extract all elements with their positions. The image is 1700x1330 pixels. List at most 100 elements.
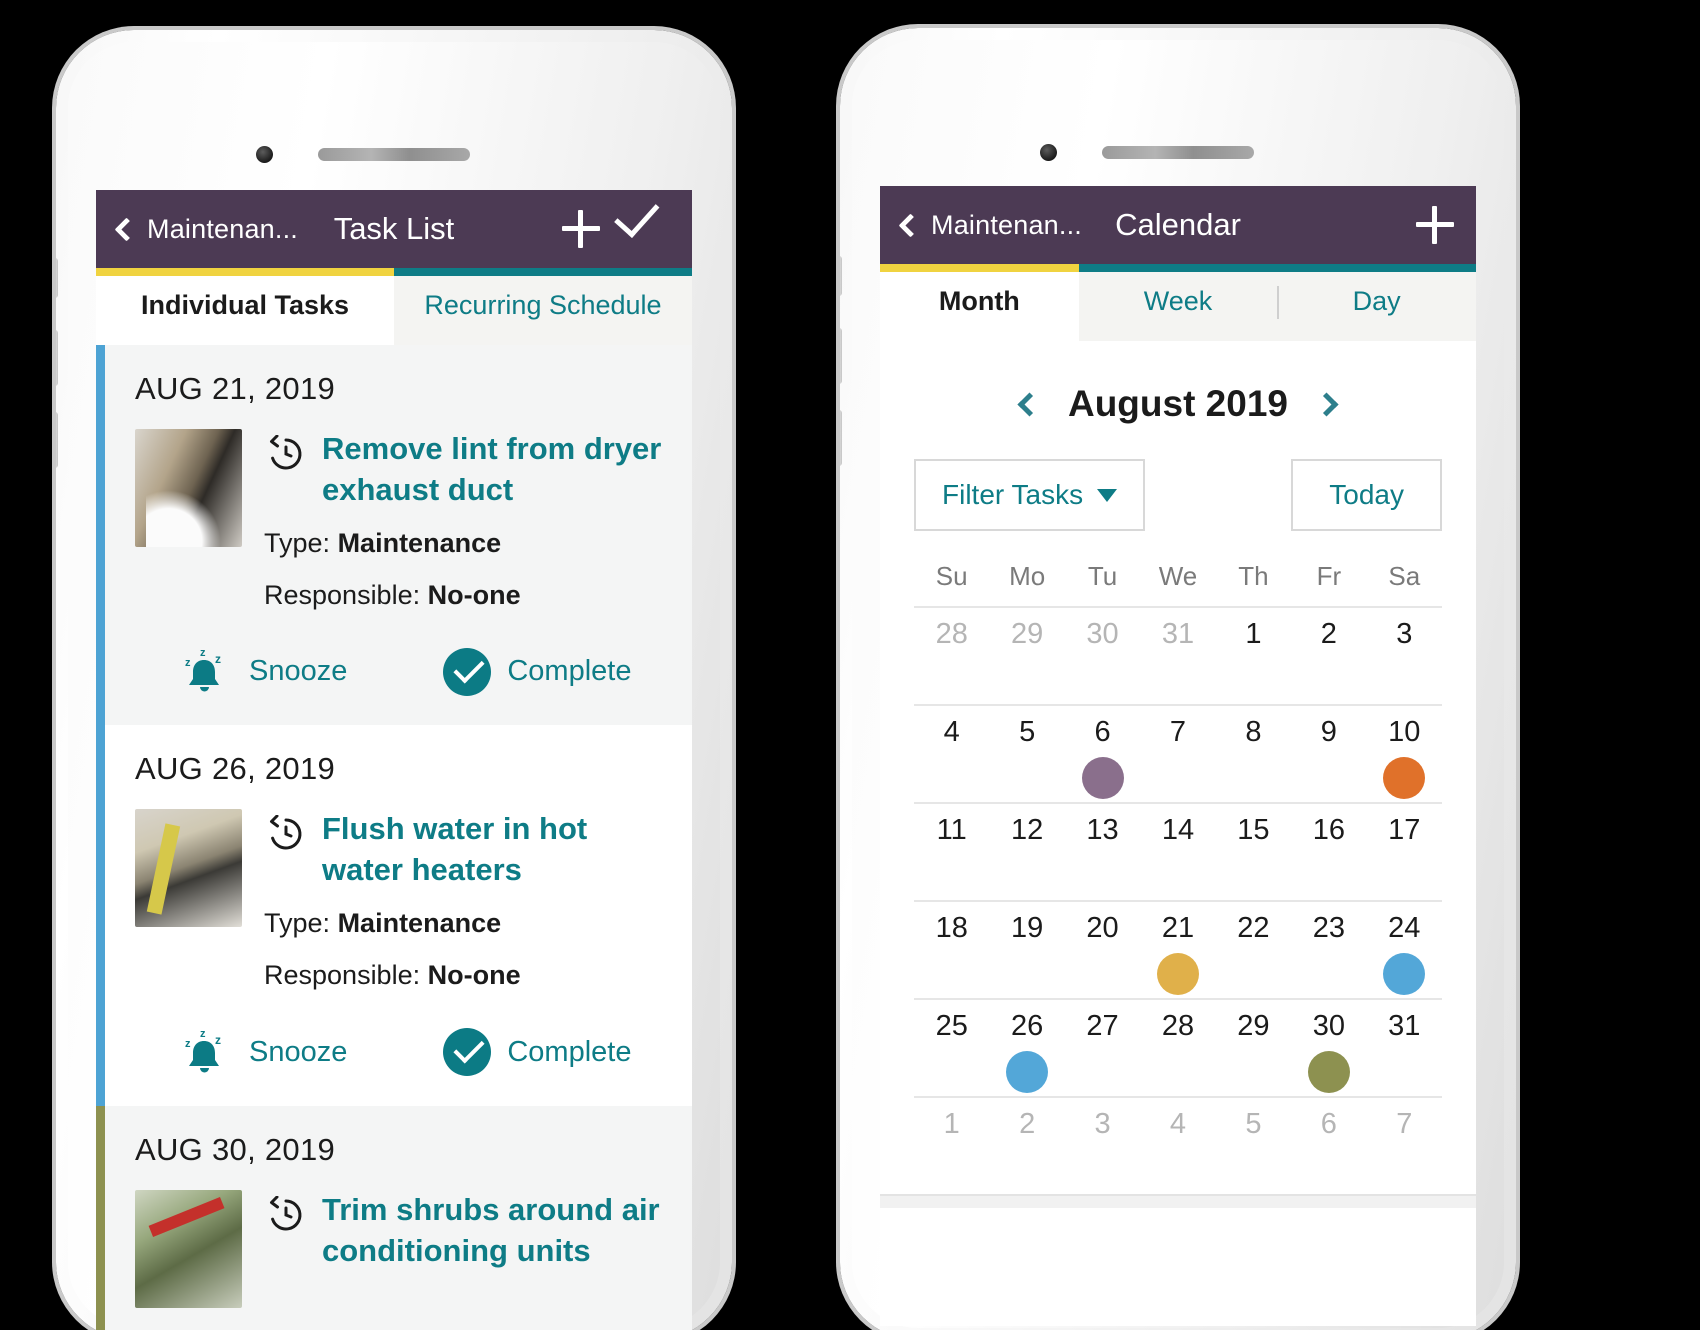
task-thumbnail[interactable] (135, 1189, 242, 1308)
calendar-day-cell[interactable]: 4 (914, 716, 989, 802)
calendar-day-number: 3 (1396, 618, 1413, 650)
mute-switch[interactable] (840, 256, 842, 296)
calendar-day-cell[interactable]: 10 (1367, 716, 1442, 802)
calendar-day-cell[interactable]: 19 (989, 912, 1064, 998)
calendar-task-dot[interactable] (1081, 757, 1124, 799)
calendar-day-cell[interactable]: 22 (1216, 912, 1291, 998)
front-camera (256, 146, 273, 163)
task-type-value: Maintenance (337, 908, 502, 939)
tab-month[interactable]: Month (880, 264, 1079, 341)
tab-indicator (1277, 264, 1476, 272)
snooze-button[interactable]: z z z Snooze (175, 644, 347, 699)
calendar-day-cell[interactable]: 17 (1367, 814, 1442, 900)
back-button-left[interactable]: Maintenan... (114, 214, 298, 245)
calendar-day-cell[interactable]: 6 (1065, 716, 1140, 802)
task-card[interactable]: AUG 30, 2019 Trim shrubs around air cond… (96, 1105, 692, 1330)
calendar-day-cell[interactable]: 16 (1291, 814, 1366, 900)
calendar-day-cell[interactable]: 12 (989, 814, 1064, 900)
calendar-day-cell[interactable]: 7 (1140, 716, 1215, 802)
snooze-bell-icon: z z z (175, 644, 233, 699)
plus-icon[interactable] (1416, 206, 1454, 244)
task-date: AUG 30, 2019 (135, 1131, 336, 1167)
calendar-day-cell[interactable]: 21 (1140, 912, 1215, 998)
calendar-day-cell[interactable]: 3 (1367, 618, 1442, 704)
plus-icon[interactable] (562, 210, 600, 248)
calendar-day-cell[interactable]: 15 (1216, 814, 1291, 900)
calendar-day-cell[interactable]: 6 (1291, 1108, 1366, 1194)
calendar-task-dot[interactable] (1006, 1051, 1049, 1093)
calendar-day-cell[interactable]: 2 (1291, 618, 1366, 704)
calendar-day-cell[interactable]: 2 (989, 1108, 1064, 1194)
calendar-day-cell[interactable]: 30 (1291, 1010, 1366, 1096)
calendar-day-number: 23 (1312, 912, 1345, 944)
calendar-day-cell[interactable]: 3 (1065, 1108, 1140, 1194)
calendar-day-cell[interactable]: 13 (1065, 814, 1140, 900)
calendar-day-cell[interactable]: 24 (1367, 912, 1442, 998)
calendar-task-dot[interactable] (1383, 757, 1426, 799)
calendar-day-cell[interactable]: 26 (989, 1010, 1064, 1096)
calendar-day-cell[interactable]: 31 (1367, 1010, 1442, 1096)
calendar-day-cell[interactable]: 9 (1291, 716, 1366, 802)
back-button-right[interactable]: Maintenan... (898, 210, 1082, 241)
tab-individual-tasks[interactable]: Individual Tasks (96, 268, 394, 345)
calendar-task-dot[interactable] (1156, 953, 1199, 995)
snooze-button[interactable]: z z z Snooze (175, 1025, 347, 1080)
task-title[interactable]: Remove lint from dryer exhaust duct (322, 429, 666, 511)
task-body: Remove lint from dryer exhaust duct Type… (135, 429, 666, 614)
calendar-day-number: 1 (943, 1108, 960, 1140)
volume-up-button[interactable] (840, 328, 842, 384)
calendar-week-row: 18 19 20 21 22 23 24 (914, 900, 1442, 998)
chevron-left-icon[interactable] (1017, 391, 1042, 417)
front-camera (1040, 144, 1057, 161)
tab-recurring-schedule[interactable]: Recurring Schedule (394, 268, 692, 345)
mute-switch[interactable] (56, 258, 58, 298)
calendar-day-cell[interactable]: 8 (1216, 716, 1291, 802)
calendar-day-number: 21 (1161, 912, 1195, 944)
task-card[interactable]: AUG 21, 2019 Remove lint from dryer exha… (96, 345, 692, 726)
filter-tasks-button[interactable]: Filter Tasks (914, 459, 1146, 531)
calendar-day-cell[interactable]: 29 (989, 618, 1064, 704)
calendar-day-cell[interactable]: 28 (914, 618, 989, 704)
calendar-day-cell[interactable]: 25 (914, 1010, 989, 1096)
task-thumbnail[interactable] (135, 809, 242, 928)
calendar-day-cell[interactable]: 30 (1065, 618, 1140, 704)
calendar-day-number: 12 (1011, 814, 1044, 846)
calendar-day-cell[interactable]: 11 (914, 814, 989, 900)
calendar-day-cell[interactable]: 29 (1216, 1010, 1291, 1096)
today-button[interactable]: Today (1291, 459, 1442, 531)
calendar-day-cell[interactable]: 1 (914, 1108, 989, 1194)
calendar-task-dot[interactable] (1307, 1051, 1350, 1093)
scroll-indicator[interactable] (880, 1194, 1476, 1208)
calendar-day-cell[interactable]: 1 (1216, 618, 1291, 704)
task-title[interactable]: Trim shrubs around air conditioning unit… (322, 1190, 666, 1272)
task-card[interactable]: AUG 26, 2019 Flush water in hot water he… (96, 725, 692, 1106)
calendar-day-cell[interactable]: 4 (1140, 1108, 1215, 1194)
calendar-day-cell[interactable]: 18 (914, 912, 989, 998)
task-title-row: Remove lint from dryer exhaust duct (264, 429, 666, 511)
calendar-task-dot[interactable] (1383, 953, 1426, 995)
calendar-day-cell[interactable]: 31 (1140, 618, 1215, 704)
calendar-day-cell[interactable]: 20 (1065, 912, 1140, 998)
complete-button[interactable]: Complete (443, 1028, 631, 1077)
chevron-right-icon[interactable] (1314, 391, 1339, 417)
calendar-day-number: 11 (936, 814, 967, 846)
calendar-day-cell[interactable]: 23 (1291, 912, 1366, 998)
tab-day-label: Day (1352, 286, 1401, 316)
calendar-day-cell[interactable]: 7 (1367, 1108, 1442, 1194)
calendar-day-cell[interactable]: 5 (989, 716, 1064, 802)
task-title[interactable]: Flush water in hot water heaters (322, 809, 666, 891)
volume-down-button[interactable] (56, 412, 58, 468)
calendar-week-row: 11 12 13 14 15 16 17 (914, 802, 1442, 900)
tab-week[interactable]: Week (1078, 264, 1278, 341)
calendar-day-cell[interactable]: 28 (1140, 1010, 1215, 1096)
calendar-day-cell[interactable]: 5 (1216, 1108, 1291, 1194)
complete-label: Complete (507, 655, 632, 688)
calendar-day-cell[interactable]: 14 (1140, 814, 1215, 900)
volume-up-button[interactable] (56, 330, 58, 386)
calendar-day-cell[interactable]: 27 (1065, 1010, 1140, 1096)
check-icon[interactable] (630, 218, 670, 240)
task-thumbnail[interactable] (135, 429, 242, 547)
complete-button[interactable]: Complete (443, 647, 632, 696)
volume-down-button[interactable] (840, 410, 842, 466)
tab-day[interactable]: Day (1277, 264, 1476, 341)
